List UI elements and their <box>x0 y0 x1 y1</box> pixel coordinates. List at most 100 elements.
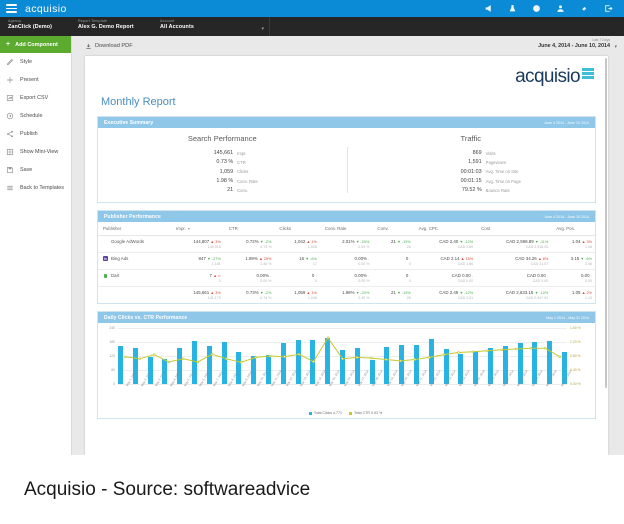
add-component-button[interactable]: + Add Component <box>0 36 71 53</box>
column-header-clicks[interactable]: Clicks <box>274 222 320 237</box>
cell-value: 0.73% ▼ -2% <box>246 290 272 296</box>
column-header-publisher[interactable]: Publisher <box>98 222 172 237</box>
download-pdf-button[interactable]: Download PDF <box>85 43 133 50</box>
y-axis-tick-label: 240 <box>109 326 115 331</box>
chevron-down-icon[interactable]: ▾ <box>614 44 617 50</box>
date-range-selector[interactable]: Last 7 Days June 4, 2014 - June 10, 2014… <box>538 38 617 50</box>
metric-row: 869 Visits <box>347 149 596 158</box>
cell-value: CAD 2.40 ▼ -12% <box>439 239 474 245</box>
table-cell: 21 ▼ -19% 26 <box>372 287 413 304</box>
google-icon: A <box>103 239 108 245</box>
sidebar-item-show-mini-view[interactable]: Show Mini-View <box>0 143 71 161</box>
cell-value: 1.98% ▼ -20% <box>342 290 370 296</box>
chart-panel-header: Daily Clicks vs. CTR Performance May 1 2… <box>98 312 595 324</box>
sheet-scrollbar[interactable] <box>604 58 607 388</box>
y2-axis-tick-label: 1.60 % <box>570 326 581 331</box>
cell-delta: ▲ 1% <box>306 291 317 296</box>
column-header-impr[interactable]: Impr. ▾ <box>171 222 224 237</box>
play-icon <box>6 76 14 84</box>
table-row[interactable]: b Bing Ads 847 ▼ -27% 1,161 1.89% ▲ 29% 1.46 … <box>98 252 595 271</box>
column-header-avg-pos[interactable]: Avg. Pos. <box>551 222 595 237</box>
table-row[interactable]: 145,661 ▲ 3% 141,179 0.73% ▼ -2% 0.74 % 1,05… <box>98 287 595 304</box>
export-icon <box>6 94 14 102</box>
chevron-down-icon[interactable]: ▾ <box>261 26 264 32</box>
chart-plot-area: 0 0.00 % 60 0.40 % 120 0.80 % 180 1.20 % 240 1.60… <box>109 326 580 386</box>
table-cell: CAD 0.00 - CAD 0.00 <box>476 269 552 288</box>
cell-delta: ▼ -10% <box>534 291 549 296</box>
report-template-selector[interactable]: Report Template Alex G. Demo Report <box>70 17 152 36</box>
table-cell: 7 ▲ ∞ 0 <box>171 269 224 288</box>
y-axis-tick-label: 0 <box>113 382 115 387</box>
cell-previous-value: 0 <box>218 279 221 284</box>
panel-title: Daily Clicks vs. CTR Performance <box>104 314 188 321</box>
table-body: A Google AdWords 144,807 ▲ 3% 140,018 0.72% … <box>98 235 595 304</box>
metric-row: 1,591 Pageviews <box>347 158 596 167</box>
link-icon[interactable] <box>579 3 590 14</box>
sidebar-item-schedule[interactable]: Schedule <box>0 107 71 125</box>
panel-title: Executive Summary <box>104 119 154 126</box>
cell-delta: - <box>409 274 411 279</box>
sidebar-item-label: Present <box>20 77 39 83</box>
cell-value: 16 ▼ -6% <box>299 256 317 262</box>
logout-icon[interactable] <box>603 3 614 14</box>
subbar-spacer <box>270 17 624 36</box>
cell-delta: ▲ 15% <box>460 257 474 262</box>
hamburger-icon[interactable] <box>6 4 17 13</box>
legend-swatch <box>308 411 312 415</box>
search-performance-column: Search Performance 145,661 Impr. 0.73 % … <box>98 134 347 195</box>
cell-previous-value: CAD 2.81 <box>457 296 474 301</box>
metric-value: 1,059 <box>219 168 234 175</box>
cell-delta: ▼ -2% <box>259 291 272 296</box>
column-header-conv[interactable]: Conv. <box>372 222 414 237</box>
table-cell: 1.04 ▲ 3% 1.08 <box>551 235 595 254</box>
table-row[interactable]: Dart 7 ▲ ∞ 0 0.00% -0.00 % 0 -0 0.00% -0.00 %… <box>98 269 595 288</box>
table-cell: 1.89% ▲ 29% 1.46 % <box>223 252 275 271</box>
cell-delta: ▼ -19% <box>397 240 411 245</box>
flask-icon[interactable] <box>507 3 518 14</box>
table-cell: 144,807 ▲ 3% 140,018 <box>171 235 224 254</box>
table-cell: 0.00% -0.00 % <box>319 269 373 288</box>
sidebar-item-save[interactable]: Save <box>0 161 71 179</box>
metric-label: Conv. <box>237 187 248 193</box>
sidebar-item-present[interactable]: Present <box>0 71 71 89</box>
pencil-icon <box>6 58 14 66</box>
panel-date-range: June 4 2014 - June 10 2014 <box>544 120 589 125</box>
column-header-avg-cpc[interactable]: Avg. CPC <box>413 222 477 237</box>
column-header-ctr[interactable]: CTR <box>223 222 275 237</box>
legend-item[interactable]: Total Clicks 4,771 <box>308 411 342 415</box>
chart-legend: Total Clicks 4,771 Total CTR 0.93 % <box>104 410 587 415</box>
megaphone-icon[interactable] <box>483 3 494 14</box>
column-header-conv-rate[interactable]: Conv. Rate <box>319 222 373 237</box>
column-header-cost[interactable]: Cost <box>476 222 552 237</box>
report-logo-text: acquisio <box>515 66 581 87</box>
help-icon[interactable] <box>531 3 542 14</box>
metric-row: 00:01:03 Avg. Time on Site <box>347 168 596 177</box>
cell-previous-value: 0.74 % <box>260 296 272 301</box>
cell-previous-value: CAD 2.80 <box>457 245 474 250</box>
cell-value: CAD 34.26 ▲ 8% <box>515 256 549 262</box>
cell-value: 0 - <box>405 256 411 262</box>
account-selector[interactable]: Account All Accounts ▾ <box>152 17 270 36</box>
cell-delta: - <box>590 274 592 279</box>
sidebar-item-export-csv[interactable]: Export CSV <box>0 89 71 107</box>
table-row[interactable]: A Google AdWords 144,807 ▲ 3% 140,018 0.72% … <box>98 235 595 254</box>
cell-delta: - <box>409 257 411 262</box>
panel-title: Publisher Performance <box>104 213 161 220</box>
cell-previous-value: CAD 1.86 <box>457 262 474 267</box>
metric-label: Visits <box>485 150 496 156</box>
cell-delta: ▼ -20% <box>355 291 370 296</box>
list-icon <box>6 184 14 192</box>
sidebar-item-back-to-templates[interactable]: Back to Templates <box>0 179 71 197</box>
sidebar-item-publish[interactable]: Publish <box>0 125 71 143</box>
cell-delta: - <box>315 274 317 279</box>
traffic-heading: Traffic <box>460 134 481 143</box>
legend-item[interactable]: Total CTR 0.93 % <box>349 411 382 415</box>
sidebar-item-style[interactable]: Style <box>0 53 71 71</box>
panel-date-range: June 4 2014 - June 10 2014 <box>544 214 589 219</box>
agency-selector[interactable]: Agency ZanClick (Demo) <box>0 17 70 36</box>
panel-date-range: May 1 2014 - May 31 2014 <box>546 315 589 320</box>
cell-delta: - <box>368 274 370 279</box>
user-icon[interactable] <box>555 3 566 14</box>
page-title: Monthly Report <box>101 96 176 108</box>
cell-delta: - <box>547 274 549 279</box>
